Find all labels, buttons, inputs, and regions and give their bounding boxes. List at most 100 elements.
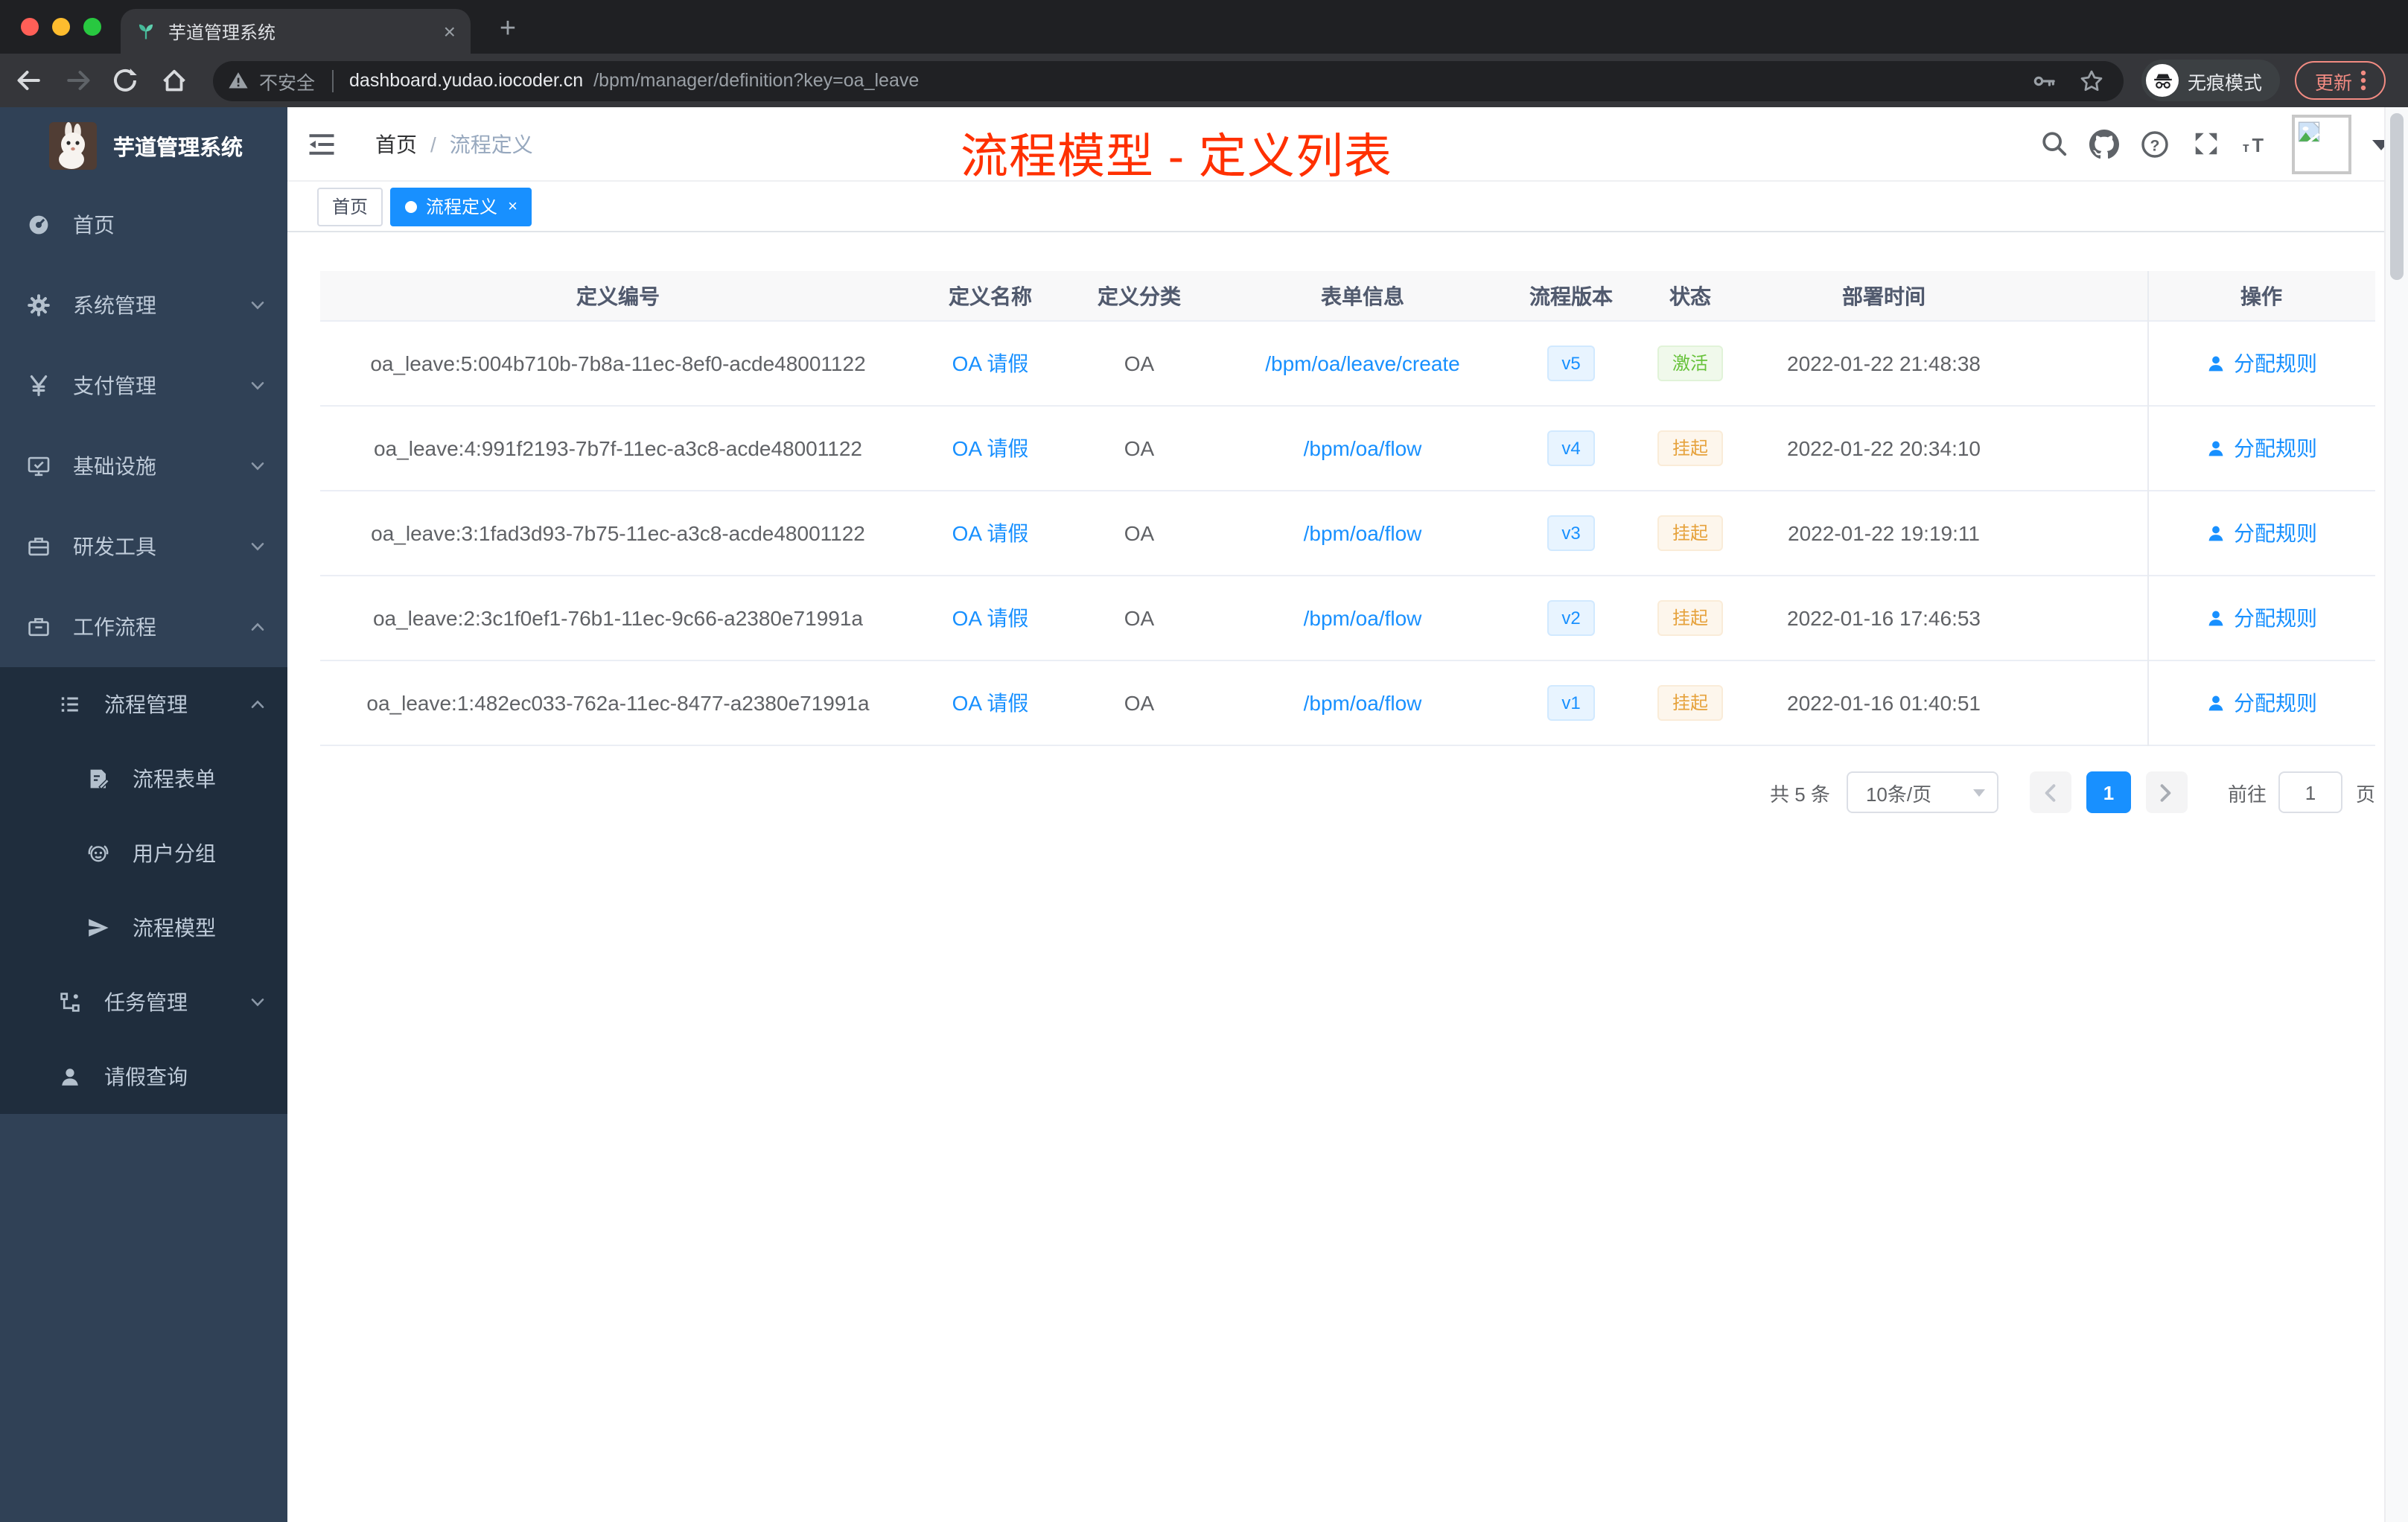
form-link[interactable]: /bpm/oa/flow xyxy=(1304,521,1422,545)
browser-window: 芋道管理系统 × + 不安全 dashboard.yudao.iocoder.c… xyxy=(0,0,2408,1522)
sidebar-item-process-form[interactable]: 流程表单 xyxy=(0,742,287,816)
user-avatar-broken-image[interactable] xyxy=(2292,114,2351,173)
github-icon[interactable] xyxy=(2089,129,2119,159)
chevron-up-icon xyxy=(249,618,267,636)
table-row: oa_leave:1:482ec033-762a-11ec-8477-a2380… xyxy=(320,661,2375,746)
bookmark-star-icon[interactable] xyxy=(2079,68,2104,93)
fullscreen-icon[interactable] xyxy=(2191,129,2220,159)
breadcrumb-current: 流程定义 xyxy=(449,132,533,156)
update-label[interactable]: 更新 xyxy=(2315,66,2352,95)
assign-rule-link[interactable]: 分配规则 xyxy=(2205,518,2317,548)
form-link[interactable]: /bpm/oa/flow xyxy=(1304,691,1422,715)
tab-close-icon[interactable]: × xyxy=(444,21,456,42)
goto-page-input[interactable] xyxy=(2278,771,2342,813)
address-bar[interactable]: 不安全 dashboard.yudao.iocoder.cn/bpm/manag… xyxy=(213,60,2124,101)
sidebar-item-infrastructure[interactable]: 基础设施 xyxy=(0,426,287,506)
home-icon[interactable] xyxy=(159,66,189,95)
fixed-column-divider xyxy=(2147,271,2149,746)
assign-rule-link[interactable]: 分配规则 xyxy=(2205,433,2317,463)
font-size-icon[interactable]: тT xyxy=(2241,129,2271,159)
search-icon[interactable] xyxy=(2039,129,2068,159)
reload-icon[interactable] xyxy=(110,66,140,95)
assign-rule-link[interactable]: 分配规则 xyxy=(2205,603,2317,633)
logo-rabbit-avatar xyxy=(49,122,97,170)
sidebar-item-user-group[interactable]: 用户分组 xyxy=(0,816,287,891)
active-dot xyxy=(405,200,418,212)
page-content: 定义编号 定义名称 定义分类 表单信息 流程版本 状态 部署时间 操作 oa_l… xyxy=(287,232,2408,813)
form-link[interactable]: /bpm/oa/flow xyxy=(1304,436,1422,460)
page-size-select[interactable]: 10条/页 xyxy=(1846,771,1998,813)
sidebar-item-label: 流程模型 xyxy=(133,916,216,940)
browser-toolbar: 不安全 dashboard.yudao.iocoder.cn/bpm/manag… xyxy=(0,54,2408,107)
deploy-time: 2022-01-16 01:40:51 xyxy=(1787,691,1981,715)
window-close-button[interactable] xyxy=(21,18,39,36)
forward-icon[interactable] xyxy=(64,66,94,95)
user-icon xyxy=(2208,526,2223,541)
assign-rule-link[interactable]: 分配规则 xyxy=(2205,688,2317,718)
form-link[interactable]: /bpm/oa/flow xyxy=(1304,606,1422,630)
sidebar-item-process-model[interactable]: 流程模型 xyxy=(0,891,287,965)
sidebar-item-leave-query[interactable]: 请假查询 xyxy=(0,1039,287,1114)
top-navbar: 首页 / 流程定义 流程模型 - 定义列表 ? т T xyxy=(287,107,2408,183)
definition-name-link[interactable]: OA 请假 xyxy=(952,436,1029,460)
chevron-down-icon xyxy=(249,993,267,1011)
definition-name-link[interactable]: OA 请假 xyxy=(952,351,1029,375)
sidebar-collapse-icon[interactable] xyxy=(305,127,338,160)
help-icon[interactable]: ? xyxy=(2140,129,2170,159)
sidebar: 芋道管理系统 首页 系统管理 支付管理 基础设施 研发工具 工作流程 流程管理 … xyxy=(0,107,287,1522)
scrollbar-thumb[interactable] xyxy=(2390,113,2404,280)
sidebar-item-home[interactable]: 首页 xyxy=(0,185,287,265)
form-link[interactable]: /bpm/oa/leave/create xyxy=(1265,351,1460,375)
chevron-up-icon xyxy=(249,695,267,713)
paper-plane-icon xyxy=(86,916,110,940)
tag-home[interactable]: 首页 xyxy=(317,187,383,226)
back-icon[interactable] xyxy=(13,66,43,95)
sidebar-logo[interactable]: 芋道管理系统 xyxy=(0,107,287,185)
prev-page-button[interactable] xyxy=(2029,771,2071,813)
breadcrumb-home[interactable]: 首页 xyxy=(375,129,417,159)
window-minimize-button[interactable] xyxy=(52,18,70,36)
tag-process-definition[interactable]: 流程定义 × xyxy=(390,187,532,226)
definition-id: oa_leave:5:004b710b-7b8a-11ec-8ef0-acde4… xyxy=(370,351,866,375)
sidebar-item-label: 流程表单 xyxy=(133,767,216,791)
definition-name-link[interactable]: OA 请假 xyxy=(952,521,1029,545)
tab-title: 芋道管理系统 xyxy=(168,22,276,42)
assign-rule-link[interactable]: 分配规则 xyxy=(2205,348,2317,378)
sidebar-item-process-management[interactable]: 流程管理 xyxy=(0,667,287,742)
version-badge: v3 xyxy=(1547,515,1596,551)
next-page-button[interactable] xyxy=(2145,771,2188,813)
sidebar-item-workflow[interactable]: 工作流程 xyxy=(0,587,287,667)
dashboard-icon xyxy=(27,213,51,237)
kebab-menu-icon[interactable] xyxy=(2360,70,2366,91)
definition-name-link[interactable]: OA 请假 xyxy=(952,691,1029,715)
page-scrollbar[interactable] xyxy=(2384,107,2408,1522)
sidebar-item-label: 工作流程 xyxy=(73,615,156,639)
sidebar-item-system[interactable]: 系统管理 xyxy=(0,265,287,346)
table-row: oa_leave:3:1fad3d93-7b75-11ec-a3c8-acde4… xyxy=(320,491,2375,576)
password-key-icon[interactable] xyxy=(2031,68,2057,93)
not-secure-label[interactable]: 不安全 xyxy=(259,66,315,95)
status-badge: 挂起 xyxy=(1657,515,1723,551)
sidebar-item-label: 系统管理 xyxy=(73,293,156,317)
window-controls xyxy=(21,18,101,36)
col-header-form: 表单信息 xyxy=(1321,284,1404,308)
chevron-down-icon xyxy=(249,377,267,395)
definition-name-link[interactable]: OA 请假 xyxy=(952,606,1029,630)
sidebar-item-payment[interactable]: 支付管理 xyxy=(0,346,287,426)
col-header-name: 定义名称 xyxy=(949,284,1032,308)
sidebar-item-label: 任务管理 xyxy=(104,990,188,1014)
sidebar-item-dev-tools[interactable]: 研发工具 xyxy=(0,506,287,587)
new-tab-button[interactable]: + xyxy=(488,10,527,49)
current-page-button[interactable]: 1 xyxy=(2086,771,2131,813)
window-zoom-button[interactable] xyxy=(83,18,101,36)
col-header-status: 状态 xyxy=(1669,284,1711,308)
browser-tab[interactable]: 芋道管理系统 × xyxy=(121,9,471,54)
table-header-row: 定义编号 定义名称 定义分类 表单信息 流程版本 状态 部署时间 操作 xyxy=(320,271,2375,322)
tag-close-icon[interactable]: × xyxy=(508,197,517,215)
tag-label: 流程定义 xyxy=(426,197,498,217)
sidebar-item-task-management[interactable]: 任务管理 xyxy=(0,965,287,1039)
url-host: dashboard.yudao.iocoder.cn xyxy=(349,70,584,91)
definition-category: OA xyxy=(1124,691,1155,715)
chrome-update-button[interactable]: 更新 xyxy=(2295,61,2386,100)
svg-text:?: ? xyxy=(2150,136,2160,153)
